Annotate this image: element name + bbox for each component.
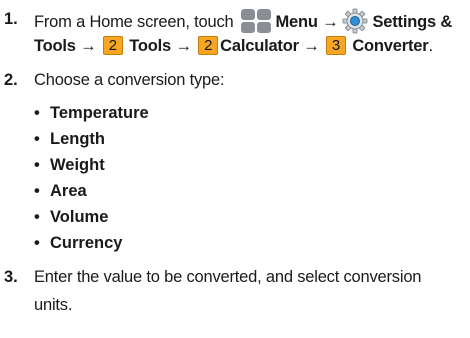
- bullet: •: [34, 182, 40, 200]
- option-label: Currency: [50, 234, 123, 252]
- settings-tools-label: Tools: [34, 37, 76, 55]
- bullet: •: [34, 130, 40, 148]
- tools-label: Tools: [129, 37, 172, 55]
- option-volume: • Volume: [34, 206, 108, 228]
- option-temperature: • Temperature: [34, 102, 149, 124]
- step-3-line-2: units.: [34, 296, 73, 314]
- option-weight: • Weight: [34, 154, 105, 176]
- step-1-line-1: From a Home screen, touch Menu → Setting…: [34, 8, 452, 34]
- settings-gear-icon: [342, 8, 368, 34]
- step-2-text: Choose a conversion type:: [34, 71, 225, 89]
- step-3-number: 3.: [4, 268, 18, 286]
- step-1-period: .: [428, 37, 433, 55]
- bullet: •: [34, 234, 40, 252]
- bullet: •: [34, 104, 40, 122]
- step-1-prefix: From a Home screen, touch: [34, 13, 234, 31]
- step-3-line-1: Enter the value to be converted, and sel…: [34, 268, 422, 286]
- converter-label: Converter: [352, 37, 429, 55]
- option-label: Length: [50, 130, 105, 148]
- key-3-converter: 3: [325, 36, 346, 55]
- option-currency: • Currency: [34, 232, 122, 254]
- option-label: Volume: [50, 208, 109, 226]
- option-label: Weight: [50, 156, 105, 174]
- arrow-1: →: [322, 13, 339, 31]
- arrow-2: →: [80, 37, 97, 55]
- step-2-number: 2.: [4, 71, 18, 89]
- key-2-calculator: 2: [198, 36, 219, 55]
- menu-label: Menu: [275, 13, 318, 31]
- key-2-tools: 2: [102, 36, 123, 55]
- option-label: Area: [50, 182, 87, 200]
- arrow-4: →: [303, 37, 320, 55]
- menu-grid-icon: [240, 9, 271, 33]
- step-1-number: 1.: [4, 10, 18, 28]
- option-area: • Area: [34, 180, 87, 202]
- option-length: • Length: [34, 128, 105, 150]
- bullet: •: [34, 156, 40, 174]
- arrow-3: →: [175, 37, 192, 55]
- bullet: •: [34, 208, 40, 226]
- step-1-line-2: Tools → 2 Tools → 2 Calculator → 3 Conver…: [34, 35, 433, 57]
- settings-label: Settings &: [372, 13, 453, 31]
- option-label: Temperature: [50, 104, 149, 122]
- calculator-label: Calculator: [220, 37, 299, 55]
